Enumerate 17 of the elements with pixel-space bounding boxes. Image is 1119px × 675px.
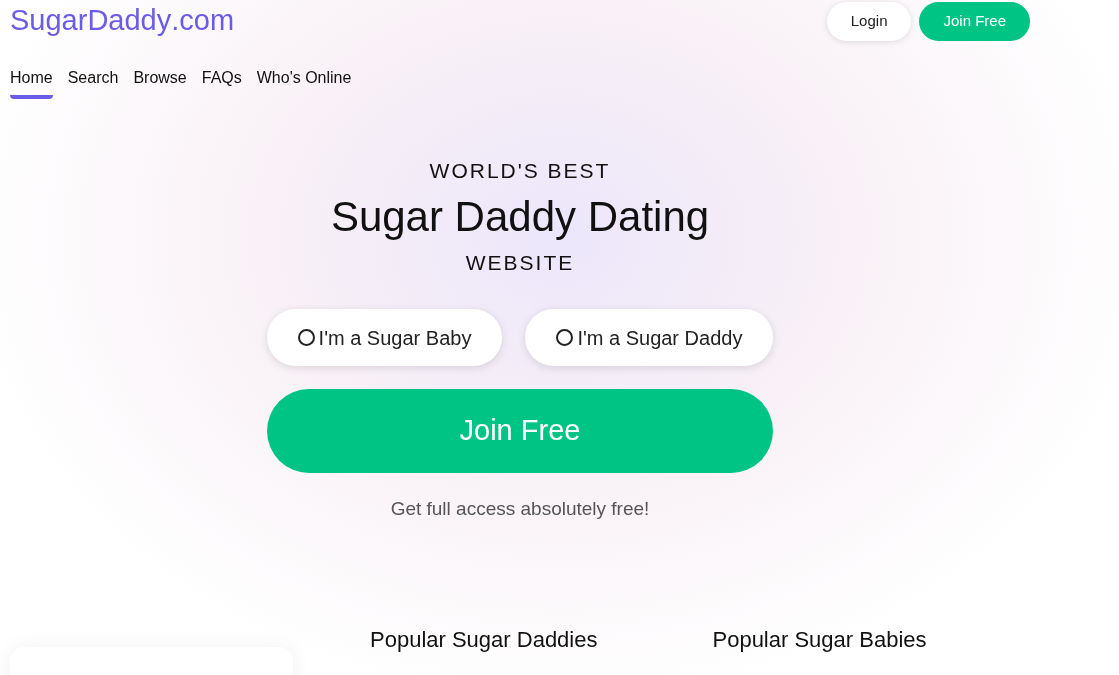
section-heading: Popular Sugar Babies — [712, 625, 927, 654]
hero-title: Sugar Daddy Dating — [330, 192, 710, 242]
nav-tab[interactable]: Who's Online — [256, 66, 352, 99]
nav-tab[interactable]: Search — [67, 66, 119, 99]
free-access-note: Get full access absolutely free! — [390, 497, 650, 521]
nav-tab[interactable]: Home — [10, 66, 53, 99]
role-option[interactable]: I'm a Sugar Daddy — [525, 309, 774, 366]
radio-icon — [297, 329, 315, 346]
role-option[interactable]: I'm a Sugar Baby — [266, 309, 503, 366]
login-button[interactable]: Login — [826, 2, 912, 41]
site-logo[interactable]: SugarDaddy.com — [0, 0, 235, 40]
radio-icon — [556, 329, 574, 346]
nav-tab[interactable]: FAQs — [201, 66, 242, 99]
hero-subtitle: WEBSITE — [465, 250, 575, 276]
nav-tab[interactable]: Browse — [133, 66, 187, 99]
section-heading: Popular Sugar Daddies — [370, 625, 598, 654]
hero-kicker: WORLD'S BEST — [429, 158, 611, 184]
